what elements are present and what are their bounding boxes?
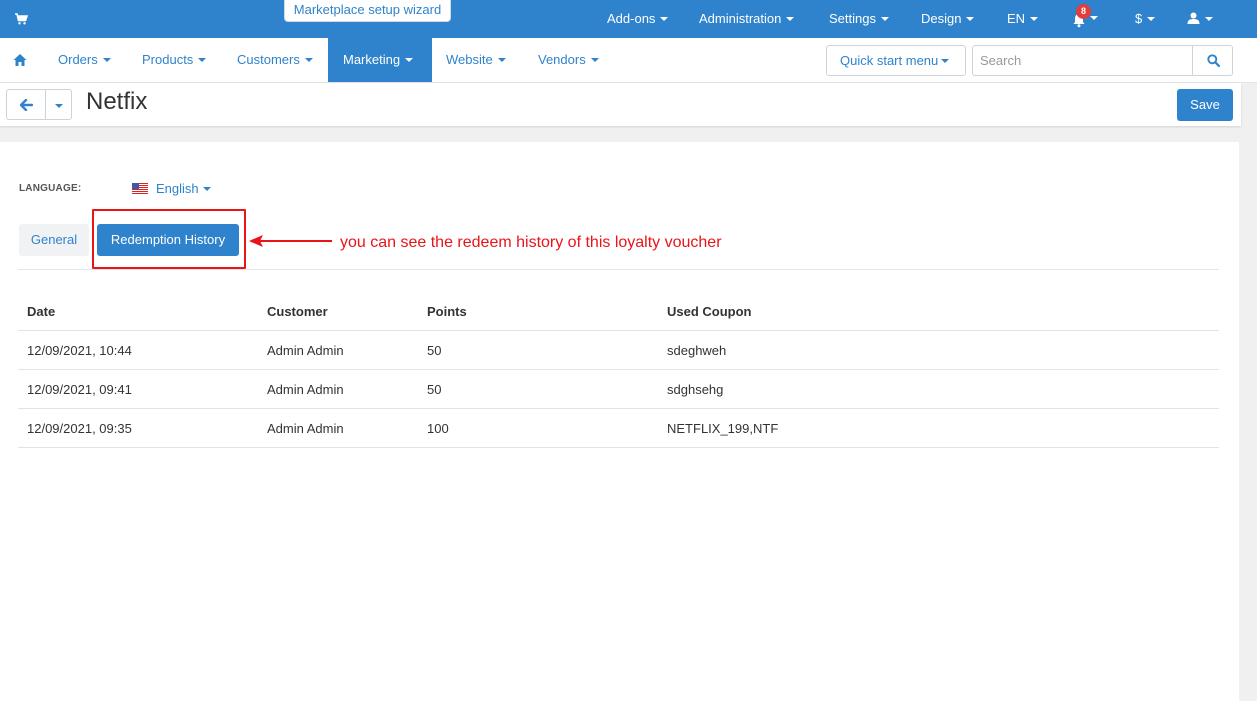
cell-customer: Admin Admin [267, 343, 344, 358]
nav-marketing[interactable]: Marketing [328, 38, 432, 82]
save-button[interactable]: Save [1177, 89, 1233, 121]
user-menu[interactable] [1187, 0, 1213, 38]
chevron-down-icon [102, 57, 111, 62]
home-icon[interactable] [13, 53, 27, 67]
cell-date: 12/09/2021, 09:35 [27, 421, 132, 436]
notification-badge: 8 [1076, 4, 1091, 19]
divider [18, 269, 1219, 270]
nav-marketing-label: Marketing [343, 52, 401, 67]
topnav-language-label: EN [1007, 11, 1026, 26]
main-nav: Orders Products Customers Marketing Webs… [0, 38, 1257, 83]
annotation-highlight-box [92, 209, 246, 269]
back-button[interactable] [6, 89, 46, 120]
topnav-administration-label: Administration [699, 11, 782, 26]
topnav-design[interactable]: Design [921, 0, 975, 38]
chevron-down-icon [1205, 16, 1213, 21]
language-selector[interactable]: English [156, 181, 211, 196]
cart-icon[interactable] [14, 12, 28, 26]
cell-points: 50 [427, 382, 442, 397]
tab-general[interactable]: General [19, 224, 89, 256]
nav-website-label: Website [446, 52, 493, 67]
annotation-text: you can see the redeem history of this l… [340, 234, 722, 251]
back-dropdown-button[interactable] [45, 89, 72, 120]
column-header-used-coupon: Used Coupon [667, 304, 752, 319]
topnav-currency-label: $ [1135, 11, 1143, 26]
chevron-down-icon [497, 57, 506, 62]
cell-points: 50 [427, 343, 442, 358]
table-row: 12/09/2021, 09:35 Admin Admin 100 NETFLI… [18, 409, 1219, 448]
language-label: LANGUAGE: [19, 183, 82, 194]
chevron-down-icon [55, 104, 63, 108]
topnav-language[interactable]: EN [1007, 0, 1039, 38]
chevron-down-icon [880, 16, 889, 21]
title-bar: Netfix Save [0, 83, 1241, 126]
marketplace-setup-wizard-link[interactable]: Marketplace setup wizard [284, 0, 451, 22]
cell-used-coupon: NETFLIX_199,NTF [667, 421, 779, 436]
nav-products-label: Products [142, 52, 194, 67]
nav-orders[interactable]: Orders [43, 38, 126, 82]
cell-used-coupon: sdeghweh [667, 343, 727, 358]
column-header-customer: Customer [267, 304, 328, 319]
search-input[interactable] [972, 45, 1193, 76]
table-header-row: Date Customer Points Used Coupon [18, 292, 1219, 331]
nav-vendors-label: Vendors [538, 52, 586, 67]
topnav-settings[interactable]: Settings [829, 0, 889, 38]
cell-customer: Admin Admin [267, 421, 344, 436]
chevron-down-icon [1090, 16, 1098, 20]
user-icon [1187, 12, 1200, 25]
chevron-down-icon [304, 57, 313, 62]
us-flag-icon [132, 183, 148, 194]
page-title: Netfix [86, 88, 148, 115]
cell-used-coupon: sdghsehg [667, 382, 724, 397]
chevron-down-icon [405, 57, 414, 62]
topnav-administration[interactable]: Administration [699, 0, 795, 38]
table-row: 12/09/2021, 09:41 Admin Admin 50 sdghseh… [18, 370, 1219, 409]
top-bar: Marketplace setup wizard Add-ons Adminis… [0, 0, 1257, 38]
cell-date: 12/09/2021, 09:41 [27, 382, 132, 397]
quick-start-menu-button[interactable]: Quick start menu [826, 45, 966, 76]
nav-customers[interactable]: Customers [222, 38, 328, 82]
topnav-addons[interactable]: Add-ons [607, 0, 669, 38]
cell-points: 100 [427, 421, 449, 436]
nav-customers-label: Customers [237, 52, 300, 67]
nav-products[interactable]: Products [127, 38, 221, 82]
quick-start-label: Quick start menu [840, 53, 939, 68]
redemption-history-table: Date Customer Points Used Coupon 12/09/2… [18, 292, 1219, 448]
topnav-currency[interactable]: $ [1135, 0, 1156, 38]
content-panel: LANGUAGE: English General Redemption His… [0, 142, 1239, 701]
column-header-points: Points [427, 304, 467, 319]
chevron-down-icon [1147, 16, 1156, 21]
chevron-down-icon [198, 57, 207, 62]
cell-date: 12/09/2021, 10:44 [27, 343, 132, 358]
cell-customer: Admin Admin [267, 382, 344, 397]
chevron-down-icon [202, 186, 211, 191]
nav-orders-label: Orders [58, 52, 98, 67]
chevron-down-icon [786, 16, 795, 21]
chevron-down-icon [966, 16, 975, 21]
nav-vendors[interactable]: Vendors [523, 38, 614, 82]
chevron-down-icon [590, 57, 599, 62]
topnav-addons-label: Add-ons [607, 11, 656, 26]
column-header-date: Date [27, 304, 56, 319]
search-icon [1207, 54, 1220, 67]
topnav-settings-label: Settings [829, 11, 876, 26]
language-value: English [156, 181, 199, 196]
annotation-arrow-icon [249, 235, 332, 247]
table-row: 12/09/2021, 10:44 Admin Admin 50 sdeghwe… [18, 331, 1219, 370]
chevron-down-icon [660, 16, 669, 21]
arrow-left-icon [20, 99, 33, 111]
search-button[interactable] [1192, 45, 1233, 76]
nav-website[interactable]: Website [431, 38, 521, 82]
chevron-down-icon [941, 58, 950, 63]
topnav-design-label: Design [921, 11, 962, 26]
chevron-down-icon [1030, 16, 1039, 21]
